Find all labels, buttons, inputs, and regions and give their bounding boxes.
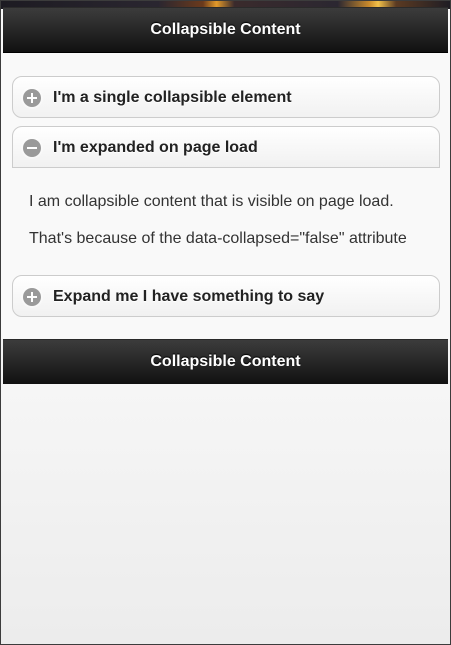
collapsible-heading-expanded[interactable]: I'm expanded on page load	[12, 126, 440, 168]
page-content: I'm a single collapsible element I'm exp…	[1, 53, 450, 339]
header-title: Collapsible Content	[150, 21, 301, 38]
collapsible-heading-single[interactable]: I'm a single collapsible element	[12, 76, 440, 118]
page-frame: Collapsible Content I'm a single collaps…	[0, 0, 451, 645]
footer-title: Collapsible Content	[150, 353, 301, 370]
collapsible-content-line: That's because of the data-collapsed="fa…	[29, 230, 407, 247]
collapsible-content: I am collapsible content that is visible…	[29, 193, 429, 211]
collapsible-content-line: I am collapsible content that is visible…	[29, 193, 394, 210]
footer-bar: Collapsible Content	[3, 339, 448, 385]
header-bar: Collapsible Content	[3, 7, 448, 53]
collapsible-heading-expand-me[interactable]: Expand me I have something to say	[12, 275, 440, 317]
collapsible-heading-label: I'm expanded on page load	[53, 139, 258, 156]
collapsible-heading-label: I'm a single collapsible element	[53, 89, 292, 106]
plus-icon	[23, 288, 41, 306]
collapsible-content: That's because of the data-collapsed="fa…	[29, 230, 429, 248]
empty-page-area	[1, 384, 450, 644]
plus-icon	[23, 89, 41, 107]
minus-icon	[23, 139, 41, 157]
collapsible-heading-label: Expand me I have something to say	[53, 288, 325, 305]
